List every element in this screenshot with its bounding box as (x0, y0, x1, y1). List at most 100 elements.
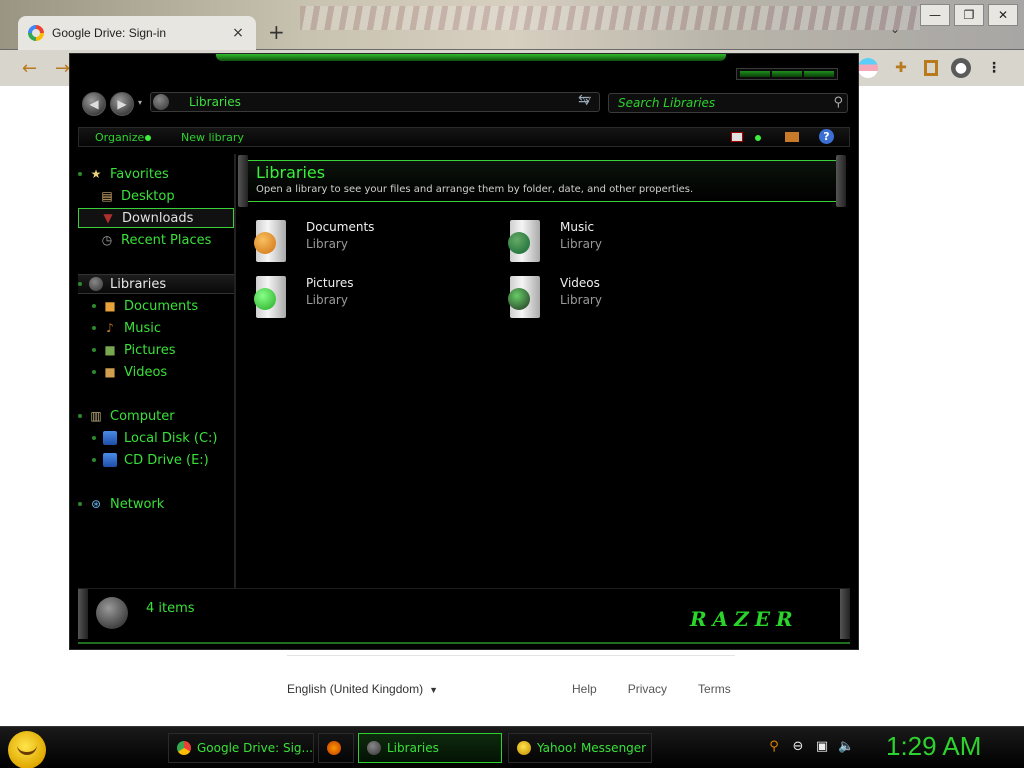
sidebar-item-music[interactable]: ♪ Music (78, 318, 234, 338)
browser-forward-button[interactable]: → (55, 58, 70, 79)
sidebar-item-label: Documents (124, 298, 199, 314)
sidebar-item-label: Network (110, 496, 165, 512)
maximize-button[interactable]: ❐ (954, 4, 984, 26)
taskbar-label: Google Drive: Sig... (197, 741, 313, 755)
navigation-pane: ★ Favorites ▤ Desktop ▼ Downloads ◷ Rece… (78, 154, 236, 588)
taskbar-label: Libraries (387, 741, 439, 755)
organize-dropdown-icon[interactable] (145, 135, 151, 141)
sidebar-item-computer[interactable]: ▥ Computer (78, 406, 234, 426)
item-count: 4 items (146, 601, 195, 616)
refresh-icon[interactable]: ⇆ (578, 92, 590, 108)
taskbar-libraries[interactable]: Libraries (358, 733, 502, 763)
search-placeholder: Search Libraries (618, 96, 716, 110)
search-icon[interactable]: ⚲ (833, 95, 843, 110)
explorer-maximize-button[interactable] (772, 71, 802, 77)
search-input[interactable]: Search Libraries ⚲ (608, 93, 848, 113)
extensions-puzzle-icon[interactable]: ✚ (891, 58, 911, 78)
taskbar-firefox[interactable] (318, 733, 354, 763)
explorer-minimize-button[interactable] (740, 71, 770, 77)
sidebar-item-local-disk[interactable]: Local Disk (C:) (78, 428, 234, 448)
library-type: Library (306, 293, 348, 307)
minimize-button[interactable]: — (920, 4, 950, 26)
new-tab-button[interactable]: + (268, 20, 285, 44)
libraries-large-icon (96, 597, 128, 629)
library-tile-pictures[interactable]: Pictures Library (250, 274, 470, 322)
nav-back-button[interactable]: ◀ (82, 92, 106, 116)
library-name: Pictures (306, 276, 354, 290)
details-pane: 4 items RAZER (78, 588, 850, 639)
computer-icon: ▥ (90, 409, 102, 423)
explorer-close-button[interactable] (804, 71, 834, 77)
desktop-icon: ▤ (101, 189, 113, 203)
window-controls: — ❐ ✕ (916, 4, 1018, 26)
window-bottom-edge (78, 638, 850, 644)
extension-icons: ✚ ● ⋮ (845, 58, 1004, 78)
firefox-icon (327, 741, 341, 755)
libraries-icon (367, 741, 381, 755)
sidebar-item-recent-places[interactable]: ◷ Recent Places (78, 230, 234, 250)
videos-library-icon (508, 276, 540, 318)
address-text: Libraries (189, 95, 241, 109)
chrome-menu-icon[interactable]: ⋮ (984, 58, 1004, 78)
language-select[interactable]: English (United Kingdom) ▼ (287, 682, 438, 696)
sidebar-item-network[interactable]: ⊛ Network (78, 494, 234, 514)
volume-icon[interactable]: 🔈 (838, 739, 854, 755)
libraries-icon (89, 277, 103, 291)
preview-pane-icon[interactable] (785, 132, 799, 142)
privacy-link[interactable]: Privacy (628, 682, 667, 696)
help-icon[interactable]: ? (819, 129, 834, 144)
address-bar[interactable]: Libraries ▽ (150, 92, 600, 112)
page-subtitle: Open a library to see your files and arr… (256, 184, 694, 195)
browser-back-button[interactable]: ← (22, 58, 37, 79)
taskbar-yahoo-messenger[interactable]: Yahoo! Messenger (508, 733, 652, 763)
view-options-icon[interactable] (755, 135, 761, 141)
sidebar-item-documents[interactable]: ■ Documents (78, 296, 234, 316)
taskbar-chrome[interactable]: Google Drive: Sig... (168, 733, 314, 763)
page-title: Libraries (256, 163, 326, 182)
sidebar-item-downloads[interactable]: ▼ Downloads (78, 208, 234, 228)
start-button[interactable] (8, 731, 46, 768)
local-disk-icon (103, 431, 117, 445)
side-panel-icon[interactable] (924, 60, 938, 76)
sidebar-item-libraries[interactable]: Libraries (78, 274, 234, 294)
extension-flag-icon[interactable] (858, 58, 878, 78)
library-tile-music[interactable]: Music Library (504, 218, 724, 266)
page-footer: English (United Kingdom) ▼ Help Privacy T… (0, 682, 1024, 698)
sidebar-item-desktop[interactable]: ▤ Desktop (78, 186, 234, 206)
organize-button[interactable]: Organize (95, 131, 144, 144)
sidebar-item-label: Recent Places (121, 232, 212, 248)
terms-link[interactable]: Terms (698, 682, 731, 696)
sidebar-item-label: Music (124, 320, 161, 336)
status-icon[interactable]: ⊖ (790, 739, 806, 755)
clock[interactable]: 1:29 AM (886, 731, 981, 762)
library-name: Music (560, 220, 595, 234)
new-library-button[interactable]: New library (181, 131, 244, 144)
star-icon: ★ (90, 167, 102, 181)
recent-pages-icon[interactable]: ▾ (138, 98, 142, 107)
explorer-window: ◀ ▶ ▾ Libraries ▽ ⇆ Search Libraries ⚲ O… (69, 53, 859, 650)
titlebar-artwork (300, 6, 920, 30)
browser-titlebar: Google Drive: Sign-in × + ⌄ — ❐ ✕ (0, 0, 1024, 50)
library-tile-videos[interactable]: Videos Library (504, 274, 724, 322)
search-icon[interactable]: ⚲ (766, 739, 782, 755)
network-icon[interactable]: ▣ (814, 739, 830, 755)
tab-search-button[interactable]: ⌄ (890, 22, 900, 36)
sidebar-item-cd-drive[interactable]: CD Drive (E:) (78, 450, 234, 470)
library-name: Videos (560, 276, 600, 290)
profile-avatar-icon[interactable]: ● (951, 58, 971, 78)
browser-tab-google-drive[interactable]: Google Drive: Sign-in × (18, 16, 256, 50)
library-tile-documents[interactable]: Documents Library (250, 218, 470, 266)
google-icon (28, 25, 44, 41)
sidebar-item-videos[interactable]: ■ Videos (78, 362, 234, 382)
videos-icon: ■ (104, 365, 116, 379)
nav-forward-button[interactable]: ▶ (110, 92, 134, 116)
library-type: Library (560, 237, 602, 251)
command-bar: Organize New library ? (78, 127, 850, 147)
close-window-button[interactable]: ✕ (988, 4, 1018, 26)
libraries-icon (153, 94, 169, 110)
sidebar-item-pictures[interactable]: ■ Pictures (78, 340, 234, 360)
close-tab-icon[interactable]: × (230, 25, 246, 41)
change-view-icon[interactable] (731, 132, 743, 142)
sidebar-item-favorites[interactable]: ★ Favorites (78, 164, 234, 184)
help-link[interactable]: Help (572, 682, 597, 696)
